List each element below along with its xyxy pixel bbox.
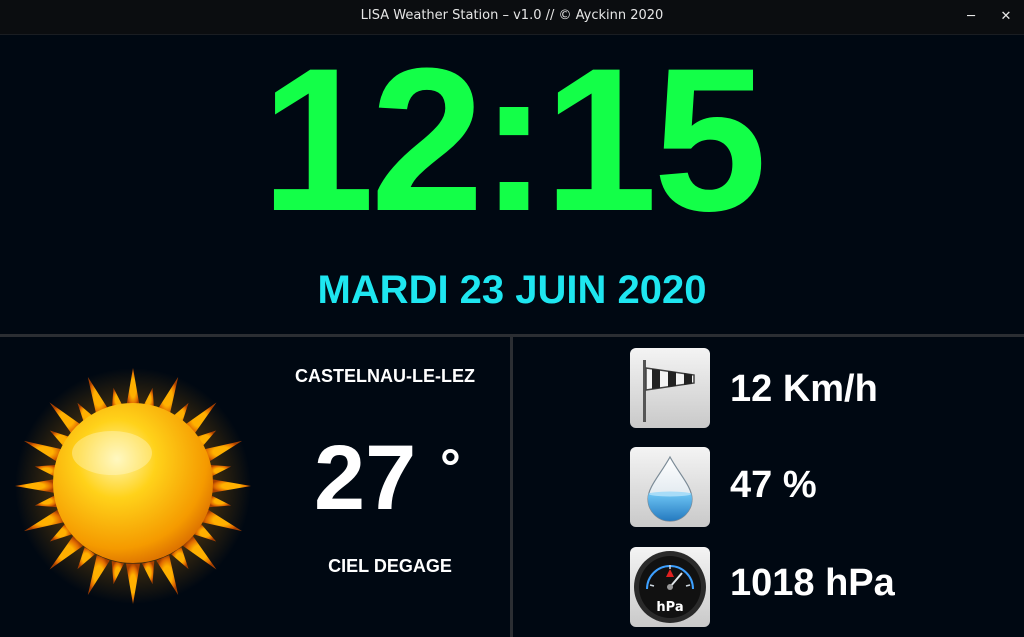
- sun-icon: [15, 368, 251, 604]
- humidity-tile: [630, 447, 710, 527]
- barometer-icon: hPa: [634, 551, 706, 623]
- wind-speed-value: 12 Km/h: [730, 368, 878, 410]
- barometer-unit-label: hPa: [656, 600, 683, 615]
- close-button[interactable]: ✕: [995, 6, 1017, 28]
- water-drop-icon: [647, 455, 693, 522]
- humidity-value: 47 %: [730, 464, 817, 506]
- weather-condition: CIEL DEGAGE: [328, 556, 452, 576]
- date-label: MARDI 23 JUIN 2020: [317, 268, 707, 312]
- temperature-value: 27: [314, 427, 417, 529]
- vertical-divider: [510, 337, 513, 637]
- clock-time: 12:15: [261, 26, 767, 254]
- minimize-button[interactable]: ─: [960, 6, 982, 28]
- pressure-value: 1018 hPa: [730, 562, 895, 604]
- degree-symbol: °: [440, 439, 461, 497]
- minimize-icon: ─: [967, 9, 975, 24]
- pressure-tile: hPa: [630, 547, 710, 627]
- windsock-icon: [643, 360, 695, 422]
- close-icon: ✕: [1000, 9, 1012, 24]
- wind-tile: [630, 348, 710, 428]
- city-name: CASTELNAU-LE-LEZ: [295, 366, 475, 386]
